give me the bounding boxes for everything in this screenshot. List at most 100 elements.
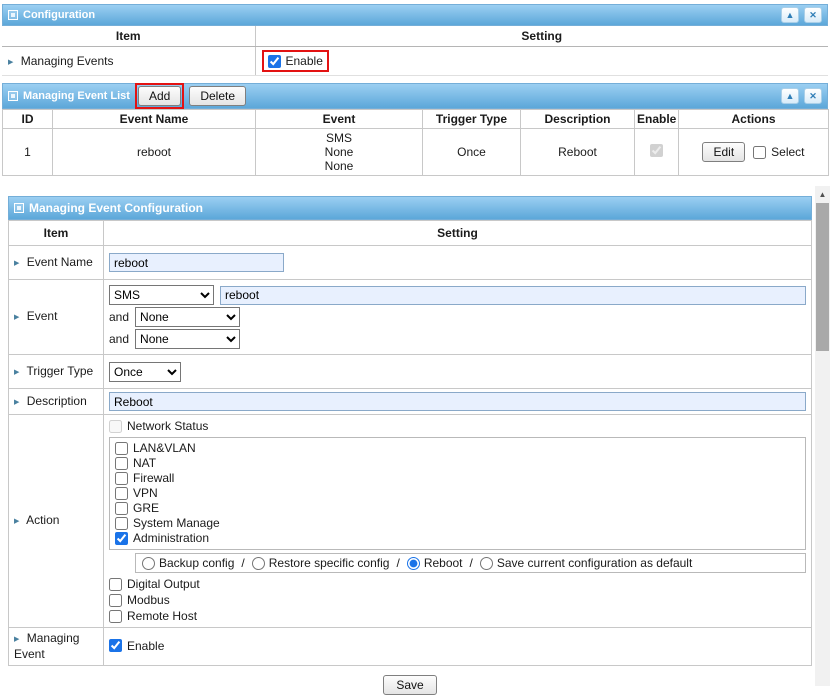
row-trigger-type: Once [423,129,521,176]
collapse-button[interactable]: ▲ [781,7,799,23]
row-select[interactable]: Select [753,144,804,160]
radio-save-default-label: Save current configuration as default [497,556,692,570]
radio-reboot[interactable]: Reboot [407,556,463,570]
event-label: Event [27,309,58,323]
managing-event-enable-checkbox[interactable] [109,639,122,652]
event-name-setting-cell [104,246,812,280]
action-digital-output[interactable]: Digital Output [109,576,806,592]
column-header-item: Item [9,221,104,246]
action-lan-vlan-label: LAN&VLAN [133,441,196,456]
event-and-select-2[interactable]: None [135,329,240,349]
radio-save-default-input[interactable] [480,557,493,570]
delete-button[interactable]: Delete [189,86,246,106]
action-item-cell: ▶ Action [9,415,104,628]
action-remote-host-checkbox[interactable] [109,610,122,623]
panel-gap [2,76,828,83]
configuration-header-row: Item Setting [2,26,828,47]
scroll-up-arrow-icon[interactable]: ▲ [815,186,830,202]
event-name-label: Event Name [27,255,93,269]
action-lan-vlan[interactable]: LAN&VLAN [115,441,800,456]
column-header-setting: Setting [104,221,812,246]
managing-event-enable[interactable]: Enable [109,638,164,654]
lower-scroll-region: Managing Event Configuration Item Settin… [0,186,830,686]
action-administration-checkbox[interactable] [115,532,128,545]
row-description: Reboot [521,129,635,176]
row-actions: Edit Select [702,142,804,162]
close-button[interactable]: ✕ [804,88,822,104]
event-name-item-cell: ▶ Event Name [9,246,104,280]
row-enable-cell [635,129,679,176]
column-header-event: Event [256,110,423,129]
trigger-type-select[interactable]: Once [109,362,181,382]
row-event-name: reboot [53,129,256,176]
column-header-description: Description [521,110,635,129]
action-system-manage[interactable]: System Manage [115,516,800,531]
managing-events-enable-checkbox[interactable] [268,55,281,68]
row-select-checkbox[interactable] [753,146,766,159]
action-firewall[interactable]: Firewall [115,471,800,486]
action-lan-vlan-checkbox[interactable] [115,442,128,455]
item-bullet-icon: ▶ [14,636,19,643]
column-header-trigger-type: Trigger Type [423,110,521,129]
description-item-cell: ▶ Description [9,389,104,415]
event-type-select[interactable]: SMS [109,285,214,305]
collapse-button[interactable]: ▲ [781,88,799,104]
row-event-line: None [258,145,420,159]
action-nat-checkbox[interactable] [115,457,128,470]
action-modbus[interactable]: Modbus [109,592,806,608]
action-administration[interactable]: Administration [115,531,800,546]
action-remote-host[interactable]: Remote Host [109,608,806,624]
configuration-table: Item Setting ▶ Managing Events Enable [2,26,828,76]
scrollbar[interactable]: ▲ [815,186,830,686]
action-vpn[interactable]: VPN [115,486,800,501]
save-row: Save [8,666,812,695]
scrollbar-thumb[interactable] [816,203,829,351]
action-network-status[interactable]: Network Status [109,418,806,434]
configuration-panel-title: Configuration [23,9,95,21]
event-value-input[interactable] [220,286,806,305]
radio-backup-config-label: Backup config [159,556,234,570]
description-input[interactable] [109,392,806,411]
trigger-type-setting-cell: Once [104,355,812,389]
add-button[interactable]: Add [138,86,181,106]
row-id: 1 [3,129,53,176]
trigger-type-row: ▶ Trigger Type Once [9,355,812,389]
action-modbus-checkbox[interactable] [109,594,122,607]
managing-events-enable[interactable]: Enable [268,53,323,69]
description-row: ▶ Description [9,389,812,415]
action-vpn-checkbox[interactable] [115,487,128,500]
event-list-row: 1 reboot SMS None None Once Reboot Edit [3,129,829,176]
event-name-input[interactable] [109,253,284,272]
radio-restore-config-input[interactable] [252,557,265,570]
event-list-table: ID Event Name Event Trigger Type Descrip… [2,109,829,176]
radio-reboot-input[interactable] [407,557,420,570]
radio-backup-config[interactable]: Backup config [142,556,234,570]
radio-backup-config-input[interactable] [142,557,155,570]
radio-save-default[interactable]: Save current configuration as default [480,556,692,570]
top-section: Configuration ▲ ✕ Item Setting ▶ Managin… [0,0,830,176]
event-and-select-1[interactable]: None [135,307,240,327]
action-administration-label: Administration [133,531,209,546]
action-gre-checkbox[interactable] [115,502,128,515]
action-row: ▶ Action Network Status LAN&VLAN [9,415,812,628]
action-gre[interactable]: GRE [115,501,800,516]
edit-button[interactable]: Edit [702,142,745,162]
enable-label: Enable [286,53,323,69]
item-bullet-icon: ▶ [8,59,13,66]
item-bullet-icon: ▶ [14,369,19,376]
event-config-panel: Managing Event Configuration Item Settin… [8,196,812,695]
radio-separator: / [241,556,244,570]
action-nat[interactable]: NAT [115,456,800,471]
action-digital-output-checkbox[interactable] [109,578,122,591]
event-list-header-row: ID Event Name Event Trigger Type Descrip… [3,110,829,129]
event-config-panel-header: Managing Event Configuration [8,196,812,220]
managing-events-label: Managing Events [21,54,114,68]
close-button[interactable]: ✕ [804,7,822,23]
radio-restore-config[interactable]: Restore specific config [252,556,390,570]
description-setting-cell [104,389,812,415]
action-system-manage-checkbox[interactable] [115,517,128,530]
administration-options-box: Backup config / Restore specific config … [135,553,806,573]
save-button[interactable]: Save [383,675,436,695]
event-name-row: ▶ Event Name [9,246,812,280]
action-firewall-checkbox[interactable] [115,472,128,485]
